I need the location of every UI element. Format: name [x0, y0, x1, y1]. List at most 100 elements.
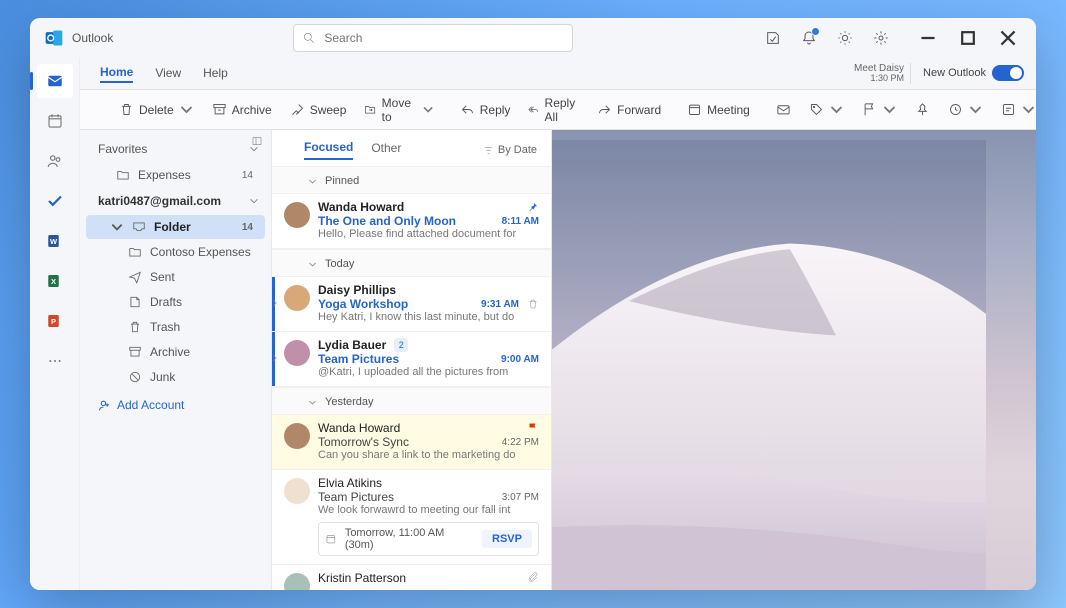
send-icon	[128, 270, 142, 284]
tab-help[interactable]: Help	[203, 66, 228, 82]
read-unread-button[interactable]	[769, 96, 798, 124]
reading-pane	[552, 130, 1036, 590]
collapse-nav-icon[interactable]	[251, 134, 263, 152]
window-maximize[interactable]	[948, 22, 988, 54]
new-outlook-toggle[interactable]: New Outlook	[923, 65, 1024, 81]
chevron-down-icon	[308, 177, 317, 186]
ribbon: New Mail Delete Archive Sweep Move to Re…	[30, 90, 1036, 130]
folder-trash[interactable]: Trash	[86, 315, 265, 339]
account-section[interactable]: katri0487@gmail.com	[80, 188, 271, 214]
folder-sent[interactable]: Sent	[86, 265, 265, 289]
search-icon	[302, 31, 316, 45]
message-item[interactable]: Wanda Howard Tomorrow's Sync4:22 PM Can …	[272, 415, 551, 470]
meeting-button[interactable]: Meeting	[680, 96, 757, 124]
message-item[interactable]: Wanda Howard The One and Only Moon8:11 A…	[272, 194, 551, 249]
rail-calendar[interactable]	[37, 104, 73, 138]
avatar	[284, 478, 310, 504]
svg-text:P: P	[50, 317, 55, 326]
flag-button[interactable]	[855, 96, 904, 124]
folder-drafts[interactable]: Drafts	[86, 290, 265, 314]
inbox-icon	[132, 220, 146, 234]
message-list: Focused Other By Date Pinned Wanda Howar…	[272, 130, 552, 590]
snooze-button[interactable]	[941, 96, 990, 124]
delete-icon[interactable]	[527, 298, 539, 310]
chevron-right-icon[interactable]	[272, 299, 279, 307]
rail-mail[interactable]	[37, 64, 73, 98]
draft-icon	[128, 295, 142, 309]
folder-archive[interactable]: Archive	[86, 340, 265, 364]
group-today[interactable]: Today	[272, 249, 551, 277]
archive-button[interactable]: Archive	[205, 96, 279, 124]
reply-all-button[interactable]: Reply All	[521, 96, 586, 124]
folder-expenses[interactable]: Expenses14	[86, 163, 265, 187]
message-item[interactable]: Elvia Atikins Team Pictures3:07 PM We lo…	[272, 470, 551, 565]
tab-focused[interactable]: Focused	[304, 140, 353, 160]
notifications-icon[interactable]	[792, 22, 826, 54]
add-account-button[interactable]: Add Account	[80, 390, 271, 420]
avatar	[284, 573, 310, 590]
app-rail: W X P	[30, 58, 80, 590]
chevron-right-icon[interactable]	[272, 354, 279, 362]
delete-button[interactable]: Delete	[112, 96, 201, 124]
archive-icon	[128, 345, 142, 359]
junk-icon	[128, 370, 142, 384]
toggle-switch[interactable]	[992, 65, 1024, 81]
group-pinned[interactable]: Pinned	[272, 166, 551, 194]
chevron-down-icon	[308, 398, 317, 407]
message-item[interactable]: Kristin Patterson	[272, 565, 551, 590]
group-yesterday[interactable]: Yesterday	[272, 387, 551, 415]
coming-soon-icon[interactable]	[756, 22, 790, 54]
chevron-down-icon	[308, 260, 317, 269]
chevron-down-icon	[249, 196, 259, 206]
message-item[interactable]: Lydia Bauer2 Team Pictures9:00 AM @Katri…	[272, 332, 551, 387]
avatar	[284, 423, 310, 449]
upcoming-meeting[interactable]: Meet Daisy 1:30 PM	[854, 63, 911, 84]
avatar	[284, 202, 310, 228]
filter-icon	[483, 145, 494, 156]
search-box[interactable]	[293, 24, 573, 52]
trash-icon	[128, 320, 142, 334]
app-title: Outlook	[72, 31, 113, 45]
tab-home[interactable]: Home	[100, 65, 133, 83]
flag-icon[interactable]	[527, 422, 539, 434]
tag-button[interactable]	[802, 96, 851, 124]
chevron-down-icon	[110, 220, 124, 234]
tab-other[interactable]: Other	[371, 141, 401, 159]
svg-text:W: W	[49, 237, 57, 246]
rules-button[interactable]	[994, 96, 1036, 124]
folder-folder[interactable]: Folder14	[86, 215, 265, 239]
attachment-icon	[527, 572, 539, 584]
outlook-window: W X P Outlook Home View Help	[30, 18, 1036, 590]
rsvp-button[interactable]: RSVP	[482, 530, 532, 548]
window-close[interactable]	[988, 22, 1028, 54]
settings-icon[interactable]	[864, 22, 898, 54]
avatar	[284, 285, 310, 311]
menu-tabs: Home View Help Meet Daisy 1:30 PM New Ou…	[30, 58, 1036, 90]
rail-people[interactable]	[37, 144, 73, 178]
move-to-button[interactable]: Move to	[357, 96, 440, 124]
svg-text:X: X	[50, 277, 55, 286]
folder-contoso[interactable]: Contoso Expenses	[86, 240, 265, 264]
reply-button[interactable]: Reply	[453, 96, 518, 124]
rail-word[interactable]: W	[37, 224, 73, 258]
forward-button[interactable]: Forward	[590, 96, 668, 124]
rail-excel[interactable]: X	[37, 264, 73, 298]
sort-by-date[interactable]: By Date	[483, 144, 537, 156]
search-input[interactable]	[324, 31, 564, 45]
tab-view[interactable]: View	[155, 66, 181, 82]
pin-icon[interactable]	[527, 201, 539, 213]
background-image	[552, 140, 986, 590]
window-minimize[interactable]	[908, 22, 948, 54]
rail-todo[interactable]	[37, 184, 73, 218]
pin-button[interactable]	[908, 96, 937, 124]
day-icon[interactable]	[828, 22, 862, 54]
rail-more[interactable]	[37, 344, 73, 378]
folder-pane: Favorites Expenses14 katri0487@gmail.com…	[80, 130, 272, 590]
folder-junk[interactable]: Junk	[86, 365, 265, 389]
sweep-button[interactable]: Sweep	[283, 96, 354, 124]
rail-powerpoint[interactable]: P	[37, 304, 73, 338]
folder-icon	[116, 168, 130, 182]
message-item[interactable]: Daisy Phillips Yoga Workshop9:31 AM Hey …	[272, 277, 551, 332]
favorites-section[interactable]: Favorites	[80, 136, 271, 162]
folder-icon	[128, 245, 142, 259]
